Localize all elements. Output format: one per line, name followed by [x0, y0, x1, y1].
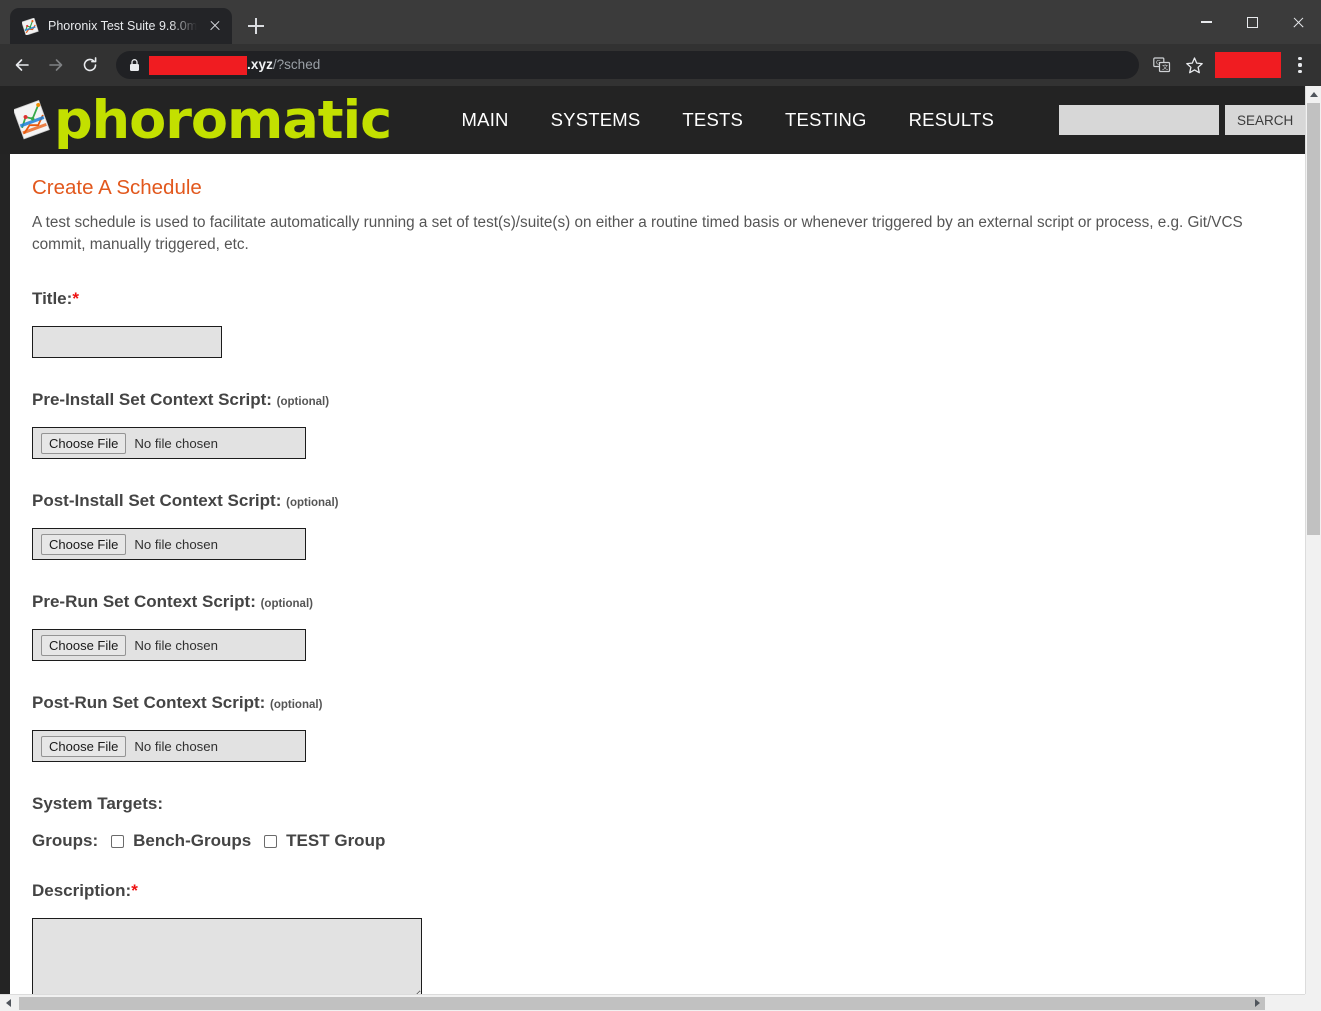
- close-tab-icon[interactable]: [206, 17, 224, 35]
- reload-icon[interactable]: [74, 49, 106, 81]
- content-frame: Create A Schedule A test schedule is use…: [10, 154, 1305, 1011]
- group-checkbox-bench-groups[interactable]: [111, 834, 125, 848]
- window-controls: [1183, 0, 1321, 44]
- pre-run-field-label: Pre-Run Set Context Script: (optional): [32, 592, 1283, 612]
- pre-install-file-input[interactable]: Choose File No file chosen: [32, 427, 306, 459]
- profile-redacted-block[interactable]: [1215, 52, 1281, 78]
- post-install-file-status: No file chosen: [134, 536, 218, 552]
- horizontal-scrollbar-thumb[interactable]: [19, 997, 1265, 1010]
- group-label-test-group[interactable]: TEST Group: [286, 831, 385, 851]
- description-label-text: Description:: [32, 881, 132, 900]
- pre-install-file-status: No file chosen: [134, 435, 218, 451]
- groups-label: Groups:: [32, 831, 99, 850]
- browser-tab[interactable]: Phoronix Test Suite 9.8.0m1 - Pho: [10, 8, 232, 44]
- group-label-bench-groups[interactable]: Bench-Groups: [133, 831, 251, 851]
- maximize-window-icon[interactable]: [1229, 0, 1275, 44]
- tab-strip: Phoronix Test Suite 9.8.0m1 - Pho: [0, 0, 1321, 44]
- page-description: A test schedule is used to facilitate au…: [32, 214, 1243, 253]
- post-install-label-text: Post-Install Set Context Script:: [32, 491, 282, 510]
- pre-install-optional-note: (optional): [276, 396, 330, 408]
- nav-item-tests[interactable]: TESTS: [661, 103, 764, 137]
- pre-install-choose-file-button[interactable]: Choose File: [41, 432, 127, 454]
- pre-install-label-text: Pre-Install Set Context Script:: [32, 390, 272, 409]
- url-redacted-block: [149, 55, 247, 75]
- groups-row: Groups: Bench-Groups TEST Group: [32, 831, 1283, 851]
- system-targets-label: System Targets:: [32, 794, 164, 813]
- phoromatic-logo[interactable]: phoromatic: [12, 94, 392, 147]
- scroll-right-arrow-icon[interactable]: [1249, 995, 1266, 1011]
- post-run-file-status: No file chosen: [134, 738, 218, 754]
- description-textarea[interactable]: [32, 918, 422, 1000]
- post-install-optional-note: (optional): [286, 497, 339, 509]
- horizontal-scrollbar[interactable]: [0, 994, 1305, 1011]
- nav-item-main[interactable]: MAIN: [441, 103, 530, 137]
- nav-item-testing[interactable]: TESTING: [764, 103, 888, 137]
- forward-icon[interactable]: [40, 49, 72, 81]
- nav-item-results[interactable]: RESULTS: [888, 103, 1015, 137]
- post-run-choose-file-button[interactable]: Choose File: [41, 735, 127, 757]
- url-host: .xyz: [247, 57, 273, 73]
- tab-title: Phoronix Test Suite 9.8.0m1 - Pho: [48, 19, 197, 33]
- bookmark-star-icon[interactable]: [1179, 50, 1209, 80]
- schedule-form: Create A Schedule A test schedule is use…: [10, 154, 1305, 1000]
- pre-run-label-text: Pre-Run Set Context Script:: [32, 592, 256, 611]
- svg-text:文: 文: [1162, 64, 1168, 72]
- browser-menu-icon[interactable]: [1287, 50, 1313, 80]
- nav-item-systems[interactable]: SYSTEMS: [530, 103, 662, 137]
- post-run-field-label: Post-Run Set Context Script: (optional): [32, 693, 1283, 713]
- translate-icon[interactable]: G 文: [1147, 50, 1177, 80]
- page-viewport: phoromatic MAIN SYSTEMS TESTS TESTING RE…: [0, 86, 1321, 1011]
- browser-window: Phoronix Test Suite 9.8.0m1 - Pho: [0, 0, 1321, 1011]
- title-required-marker: *: [72, 289, 79, 308]
- title-label-text: Title:: [32, 289, 73, 308]
- pre-run-optional-note: (optional): [260, 598, 313, 610]
- title-input[interactable]: [32, 326, 222, 358]
- pre-install-field-label: Pre-Install Set Context Script: (optiona…: [32, 390, 1283, 410]
- browser-toolbar: .xyz/?sched G 文: [0, 44, 1321, 86]
- post-install-choose-file-button[interactable]: Choose File: [41, 533, 127, 555]
- url-text: .xyz/?sched: [149, 55, 321, 75]
- vertical-scrollbar[interactable]: [1305, 86, 1321, 1011]
- scroll-up-arrow-icon[interactable]: [1306, 86, 1321, 102]
- new-tab-icon[interactable]: [242, 12, 270, 40]
- site-header: phoromatic MAIN SYSTEMS TESTS TESTING RE…: [0, 86, 1305, 154]
- web-page: phoromatic MAIN SYSTEMS TESTS TESTING RE…: [0, 86, 1305, 1011]
- pre-run-file-status: No file chosen: [134, 637, 218, 653]
- post-run-file-input[interactable]: Choose File No file chosen: [32, 730, 306, 762]
- minimize-window-icon[interactable]: [1183, 0, 1229, 44]
- back-icon[interactable]: [6, 49, 38, 81]
- description-field-label: Description:*: [32, 881, 1283, 901]
- address-bar[interactable]: .xyz/?sched: [116, 51, 1139, 79]
- pre-run-choose-file-button[interactable]: Choose File: [41, 634, 127, 656]
- search-button[interactable]: SEARCH: [1224, 105, 1305, 135]
- post-install-file-input[interactable]: Choose File No file chosen: [32, 528, 306, 560]
- group-checkbox-test-group[interactable]: [264, 834, 278, 848]
- description-required-marker: *: [131, 881, 138, 900]
- lock-icon: [129, 58, 140, 72]
- site-nav: MAIN SYSTEMS TESTS TESTING RESULTS: [441, 103, 1015, 137]
- phoronix-favicon-icon: [21, 17, 39, 36]
- post-install-field-label: Post-Install Set Context Script: (option…: [32, 491, 1283, 511]
- close-window-icon[interactable]: [1275, 0, 1321, 44]
- post-run-optional-note: (optional): [270, 699, 323, 711]
- phoromatic-logo-text: phoromatic: [54, 89, 392, 151]
- vertical-scrollbar-thumb[interactable]: [1307, 103, 1320, 535]
- post-run-label-text: Post-Run Set Context Script:: [32, 693, 266, 712]
- url-path: /?sched: [272, 57, 321, 73]
- scroll-left-arrow-icon[interactable]: [0, 995, 17, 1011]
- title-field-label: Title:*: [32, 289, 1283, 309]
- search-input[interactable]: [1058, 105, 1219, 135]
- pre-run-file-input[interactable]: Choose File No file chosen: [32, 629, 306, 661]
- page-title: Create A Schedule: [32, 176, 202, 199]
- phoromatic-logo-icon: [12, 98, 50, 142]
